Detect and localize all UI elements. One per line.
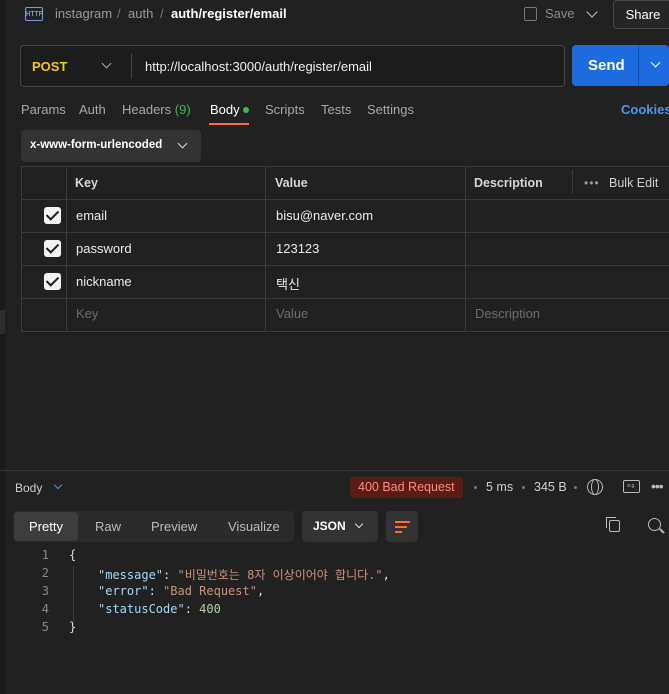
more-options-icon[interactable]: ••• <box>584 176 600 190</box>
json-open-brace: { <box>69 548 77 562</box>
response-size[interactable]: 345 B <box>534 480 567 494</box>
tab-pretty[interactable]: Pretty <box>29 519 63 534</box>
tab-headers[interactable]: Headers (9) <box>122 102 191 117</box>
separator-dot <box>474 486 477 489</box>
breadcrumb-request[interactable]: auth/register/email <box>171 6 287 21</box>
row-checkbox-nickname[interactable] <box>44 273 61 290</box>
json-close-brace: } <box>69 620 77 634</box>
tab-raw[interactable]: Raw <box>95 519 121 534</box>
active-tab-indicator <box>209 123 249 125</box>
tab-headers-count: (9) <box>174 102 191 117</box>
tab-params[interactable]: Params <box>21 102 66 117</box>
header-divider <box>572 170 573 194</box>
json-number: 400 <box>199 602 221 616</box>
body-active-dot <box>243 107 249 113</box>
new-key-input[interactable]: Key <box>76 306 98 321</box>
new-value-input[interactable]: Value <box>276 306 308 321</box>
status-badge[interactable]: 400 Bad Request <box>350 477 463 498</box>
table-col-divider <box>66 166 67 332</box>
resize-handle[interactable] <box>0 310 5 334</box>
copy-icon[interactable] <box>606 517 620 532</box>
separator-dot <box>522 486 525 489</box>
tab-body[interactable]: Body <box>210 102 240 117</box>
share-button[interactable]: Share <box>613 0 669 29</box>
json-key: "message" <box>98 568 164 582</box>
column-header-description: Description <box>474 176 543 190</box>
param-key[interactable]: nickname <box>76 274 132 289</box>
breadcrumb-separator: / <box>117 6 121 21</box>
cookies-link[interactable]: Cookies <box>621 102 669 117</box>
json-line-message: "message": "비밀번호는 8자 이상이어야 합니다.", <box>98 568 390 582</box>
line-number: 2 <box>41 566 49 580</box>
json-line-status: "statusCode": 400 <box>98 602 221 616</box>
breadcrumb-collection[interactable]: instagram <box>55 6 112 21</box>
json-line-error: "error": "Bad Request", <box>98 584 265 598</box>
tab-settings[interactable]: Settings <box>367 102 414 117</box>
line-number: 1 <box>41 548 49 562</box>
save-icon[interactable] <box>524 7 537 21</box>
response-section-label[interactable]: Body <box>15 481 42 495</box>
response-time[interactable]: 5 ms <box>486 480 513 494</box>
column-header-value: Value <box>275 176 308 190</box>
tab-headers-label: Headers <box>122 102 172 117</box>
tab-preview[interactable]: Preview <box>151 519 197 534</box>
param-key[interactable]: password <box>76 241 132 256</box>
indent-guide <box>73 566 74 623</box>
table-divider <box>21 232 669 233</box>
json-string: "비밀번호는 8자 이상이어야 합니다." <box>177 568 383 582</box>
left-edge <box>0 0 5 694</box>
table-divider <box>21 199 669 200</box>
table-col-divider <box>465 166 466 332</box>
method-select[interactable]: POST <box>32 59 67 74</box>
send-label[interactable]: Send <box>588 57 625 74</box>
wrap-lines-icon[interactable] <box>395 519 410 533</box>
table-divider <box>21 265 669 266</box>
send-divider <box>638 45 639 86</box>
body-type-label[interactable]: x-www-form-urlencoded <box>30 139 162 151</box>
save-response-icon[interactable]: e.g. <box>623 480 640 493</box>
globe-icon[interactable] <box>587 479 603 495</box>
search-icon[interactable] <box>648 518 661 531</box>
row-checkbox-password[interactable] <box>44 240 61 257</box>
url-divider <box>131 53 132 79</box>
response-chevron-icon[interactable] <box>53 480 63 490</box>
line-number: 4 <box>41 602 49 616</box>
param-value[interactable]: bisu@naver.com <box>276 208 373 223</box>
param-key[interactable]: email <box>76 208 107 223</box>
url-input[interactable]: http://localhost:3000/auth/register/emai… <box>145 59 372 74</box>
new-description-input[interactable]: Description <box>475 306 540 321</box>
tab-visualize[interactable]: Visualize <box>228 519 280 534</box>
param-value[interactable]: 123123 <box>276 241 319 256</box>
pane-splitter[interactable] <box>0 470 669 471</box>
tab-scripts[interactable]: Scripts <box>265 102 305 117</box>
line-number: 3 <box>41 584 49 598</box>
tab-auth[interactable]: Auth <box>79 102 106 117</box>
table-col-divider <box>265 166 266 332</box>
bulk-edit-button[interactable]: Bulk Edit <box>609 176 658 190</box>
json-string: "Bad Request" <box>163 584 257 598</box>
json-key: "statusCode" <box>98 602 185 616</box>
tab-tests[interactable]: Tests <box>321 102 351 117</box>
json-key: "error" <box>98 584 149 598</box>
column-header-key: Key <box>75 176 98 190</box>
http-icon: HTTP <box>25 7 43 21</box>
table-divider <box>21 298 669 299</box>
param-value[interactable]: 택신 <box>276 274 300 293</box>
save-button[interactable]: Save <box>545 6 575 21</box>
line-number: 5 <box>41 620 49 634</box>
row-checkbox-email[interactable] <box>44 207 61 224</box>
breadcrumb-separator: / <box>160 6 164 21</box>
more-icon[interactable]: ••• <box>651 478 664 494</box>
breadcrumb-folder[interactable]: auth <box>128 6 153 21</box>
separator-dot <box>574 486 577 489</box>
save-dropdown-chevron-icon[interactable] <box>586 6 598 18</box>
format-label[interactable]: JSON <box>313 519 346 533</box>
